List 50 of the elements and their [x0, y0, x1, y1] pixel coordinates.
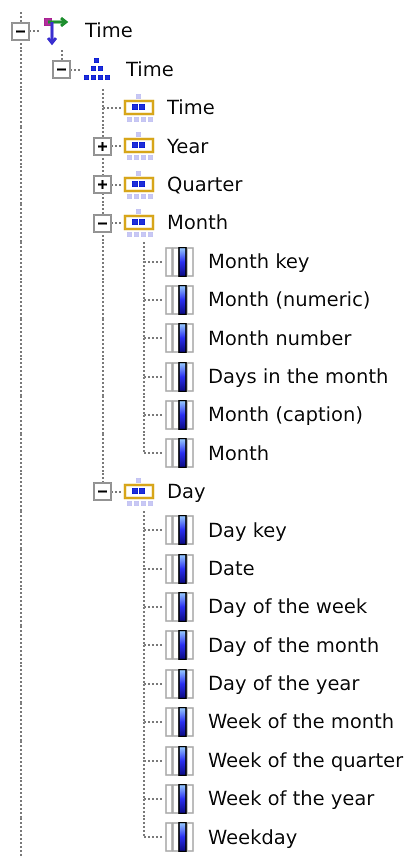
node-label[interactable]: Month	[208, 444, 270, 464]
node-label[interactable]: Week of the year	[208, 789, 374, 809]
node-label[interactable]: Day key	[208, 520, 287, 540]
level-icon	[123, 170, 155, 200]
attribute-icon	[164, 246, 196, 277]
attribute-icon	[164, 554, 196, 584]
attribute-icon	[164, 284, 196, 315]
attribute-icon	[164, 323, 196, 354]
node-label[interactable]: Quarter	[167, 175, 242, 194]
collapse-icon[interactable]	[52, 60, 71, 80]
node-label[interactable]: Time	[167, 98, 215, 118]
level-icon	[123, 476, 155, 507]
attribute-icon	[164, 630, 196, 660]
attribute-icon	[164, 592, 196, 622]
attribute-icon	[164, 515, 196, 546]
attribute-icon	[164, 400, 196, 430]
node-label[interactable]: Days in the month	[208, 366, 388, 386]
attribute-icon	[164, 746, 196, 776]
node-label[interactable]: Month (caption)	[208, 405, 363, 425]
node-label[interactable]: Month	[167, 213, 228, 233]
node-label[interactable]: Day of the month	[208, 636, 380, 656]
node-label[interactable]: Month number	[208, 328, 352, 348]
dimension-icon	[41, 16, 71, 46]
attribute-icon	[164, 362, 196, 392]
attribute-icon	[164, 668, 196, 699]
node-label[interactable]: Day of the year	[208, 674, 360, 694]
node-label[interactable]: Month (numeric)	[208, 290, 370, 310]
node-label[interactable]: Year	[167, 136, 208, 156]
node-label[interactable]: Week of the month	[208, 712, 394, 732]
node-label[interactable]: Weekday	[208, 828, 298, 848]
level-icon	[123, 208, 155, 238]
node-label[interactable]: Date	[208, 558, 255, 578]
expand-icon[interactable]	[93, 136, 112, 156]
level-icon	[123, 92, 155, 123]
node-label[interactable]: Month key	[208, 252, 310, 272]
node-label[interactable]: Week of the quarter	[208, 750, 404, 770]
level-icon	[123, 131, 155, 162]
node-label[interactable]: Day of the week	[208, 597, 368, 617]
attribute-icon	[164, 822, 196, 852]
attribute-icon	[164, 707, 196, 738]
hierarchy-icon	[82, 56, 112, 83]
node-label[interactable]: Time	[85, 21, 133, 41]
attribute-icon	[164, 784, 196, 814]
collapse-icon[interactable]	[11, 22, 30, 41]
node-label[interactable]: Time	[126, 60, 174, 80]
collapse-icon[interactable]	[93, 214, 112, 233]
collapse-icon[interactable]	[93, 482, 112, 502]
expand-icon[interactable]	[93, 175, 112, 194]
attribute-icon	[164, 438, 196, 468]
node-label[interactable]: Day	[167, 482, 206, 502]
